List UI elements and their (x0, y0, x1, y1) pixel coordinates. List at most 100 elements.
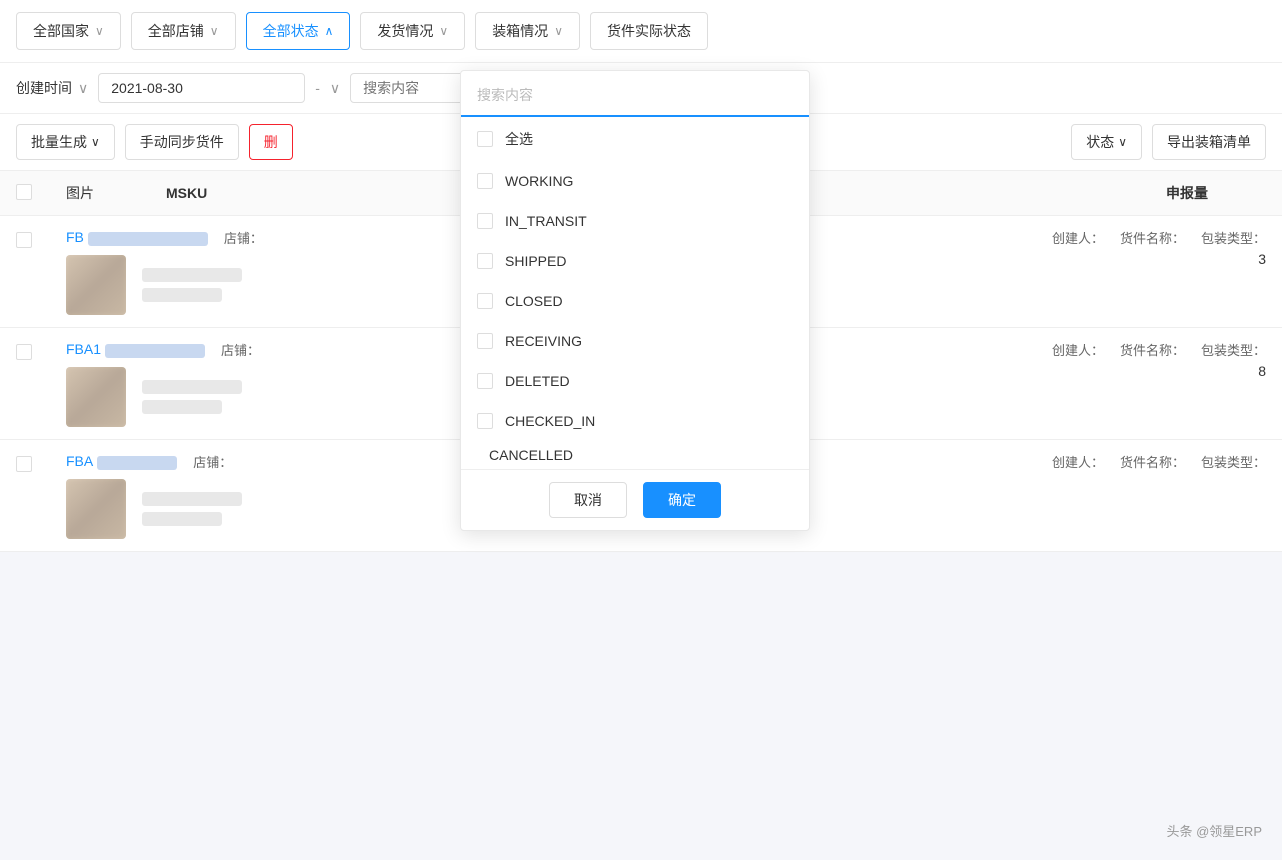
row-2-checkbox[interactable] (16, 344, 32, 360)
shipped-checkbox[interactable] (477, 253, 493, 269)
receiving-checkbox[interactable] (477, 333, 493, 349)
store-filter-btn[interactable]: 全部店铺 ∨ (131, 12, 236, 50)
row-3-sku-placeholder (142, 492, 242, 506)
closed-label: CLOSED (505, 293, 563, 309)
dropdown-item-checked-in[interactable]: CHECKED_IN (461, 401, 809, 441)
row-2-shipment-id: FBA1 (66, 341, 205, 357)
row-3-checkbox[interactable] (16, 456, 32, 472)
select-all-checkbox[interactable] (477, 131, 493, 147)
row-2-declare-qty: 8 (1186, 363, 1266, 379)
row-2-check (16, 340, 46, 363)
country-filter-label: 全部国家 (33, 21, 89, 41)
in-transit-checkbox[interactable] (477, 213, 493, 229)
row-2-sku-placeholder-2 (142, 400, 222, 414)
status-filter-label: 全部状态 (263, 21, 319, 41)
row-1-pack-label: 包装类型： (1201, 228, 1266, 247)
dropdown-footer: 取消 确定 (461, 469, 809, 530)
dropdown-item-shipped[interactable]: SHIPPED (461, 241, 809, 281)
pack-chevron-icon: ∨ (554, 24, 563, 38)
date-filter: 创建时间 ∨ (16, 78, 88, 98)
dropdown-item-deleted[interactable]: DELETED (461, 361, 809, 401)
dropdown-cancel-label: 取消 (574, 492, 602, 508)
row-3-check (16, 452, 46, 475)
row-1-store-label: 店铺： (224, 228, 263, 247)
batch-chevron-icon: ∨ (91, 135, 100, 149)
export-pack-btn[interactable]: 导出装箱清单 (1152, 124, 1266, 160)
watermark: 头条 @领星ERP (1166, 821, 1262, 840)
status-chevron-icon: ∧ (325, 24, 334, 38)
date-separator: - (315, 80, 320, 96)
ship-filter-btn[interactable]: 发货情况 ∨ (360, 12, 465, 50)
dropdown-search-input[interactable] (477, 83, 793, 107)
row-2-meta: 创建人： 货件名称： 包装类型： (1052, 340, 1266, 359)
dropdown-select-all-item[interactable]: 全选 (461, 117, 809, 161)
checked-in-checkbox[interactable] (477, 413, 493, 429)
row-3-store-label: 店铺： (193, 452, 232, 471)
shipped-label: SHIPPED (505, 253, 566, 269)
date-range-chevron-icon: ∨ (330, 80, 340, 97)
dropdown-item-closed[interactable]: CLOSED (461, 281, 809, 321)
date-chevron-icon: ∨ (78, 80, 88, 97)
status-change-btn[interactable]: 状态 ∨ (1071, 124, 1142, 160)
dropdown-item-receiving[interactable]: RECEIVING (461, 321, 809, 361)
actual-filter-label: 货件实际状态 (607, 21, 691, 41)
row-3-goods-label: 货件名称： (1120, 452, 1185, 471)
store-filter-label: 全部店铺 (148, 21, 204, 41)
batch-generate-label: 批量生成 (31, 132, 87, 152)
status-filter-btn[interactable]: 全部状态 ∧ (246, 12, 351, 50)
row-3-pack-label: 包装类型： (1201, 452, 1266, 471)
row-1-check (16, 228, 46, 251)
header-checkbox[interactable] (16, 184, 32, 200)
row-2-pack-label: 包装类型： (1201, 340, 1266, 359)
deleted-checkbox[interactable] (477, 373, 493, 389)
header-declare-col: 申报量 (1166, 183, 1266, 203)
row-1-creator-label: 创建人： (1052, 228, 1104, 247)
working-checkbox[interactable] (477, 173, 493, 189)
row-1-sku-placeholder-2 (142, 288, 222, 302)
filter-bar-1: 全部国家 ∨ 全部店铺 ∨ 全部状态 ∧ 发货情况 ∨ 装箱情况 ∨ 货件实际状… (0, 0, 1282, 63)
receiving-label: RECEIVING (505, 333, 582, 349)
country-filter-btn[interactable]: 全部国家 ∨ (16, 12, 121, 50)
sync-goods-btn[interactable]: 手动同步货件 (125, 124, 239, 160)
dropdown-list: 全选 WORKING IN_TRANSIT SHIPPED (461, 117, 809, 469)
dropdown-item-in-transit[interactable]: IN_TRANSIT (461, 201, 809, 241)
row-3-image (66, 479, 126, 539)
header-msku-col: MSKU (166, 185, 366, 201)
batch-generate-btn[interactable]: 批量生成 ∨ (16, 124, 115, 160)
select-all-label: 全选 (505, 129, 533, 149)
ship-chevron-icon: ∨ (439, 24, 448, 38)
row-2-sku-placeholder (142, 380, 242, 394)
row-1-image (66, 255, 126, 315)
sync-goods-label: 手动同步货件 (140, 132, 224, 152)
closed-checkbox[interactable] (477, 293, 493, 309)
row-1-sku-info (142, 268, 242, 302)
pack-filter-label: 装箱情况 (492, 21, 548, 41)
row-1-checkbox[interactable] (16, 232, 32, 248)
actual-filter-btn[interactable]: 货件实际状态 (590, 12, 708, 50)
pack-filter-btn[interactable]: 装箱情况 ∨ (475, 12, 580, 50)
dropdown-item-cancelled[interactable]: CANCELLED (461, 441, 809, 469)
row-1-goods-label: 货件名称： (1120, 228, 1185, 247)
header-check-col (16, 184, 46, 203)
dropdown-confirm-btn[interactable]: 确定 (643, 482, 721, 518)
date-label: 创建时间 (16, 78, 72, 98)
row-2-sku-info (142, 380, 242, 414)
row-3-sku-info (142, 492, 242, 526)
row-1-declare-qty: 3 (1186, 251, 1266, 267)
delete-label: 删 (264, 132, 278, 152)
status-change-chevron-icon: ∨ (1118, 135, 1127, 149)
checked-in-label: CHECKED_IN (505, 413, 595, 429)
row-2-image (66, 367, 126, 427)
dropdown-cancel-btn[interactable]: 取消 (549, 482, 627, 518)
in-transit-label: IN_TRANSIT (505, 213, 587, 229)
row-1-right: 创建人： 货件名称： 包装类型： 3 (966, 228, 1266, 267)
delete-btn[interactable]: 删 (249, 124, 293, 160)
ship-filter-label: 发货情况 (377, 21, 433, 41)
row-3-meta: 创建人： 货件名称： 包装类型： (1052, 452, 1266, 471)
dropdown-confirm-label: 确定 (668, 492, 696, 508)
date-start-input[interactable] (98, 73, 305, 103)
dropdown-item-working[interactable]: WORKING (461, 161, 809, 201)
row-2-creator-label: 创建人： (1052, 340, 1104, 359)
status-change-label: 状态 (1086, 132, 1114, 152)
row-2-right: 创建人： 货件名称： 包装类型： 8 (966, 340, 1266, 379)
